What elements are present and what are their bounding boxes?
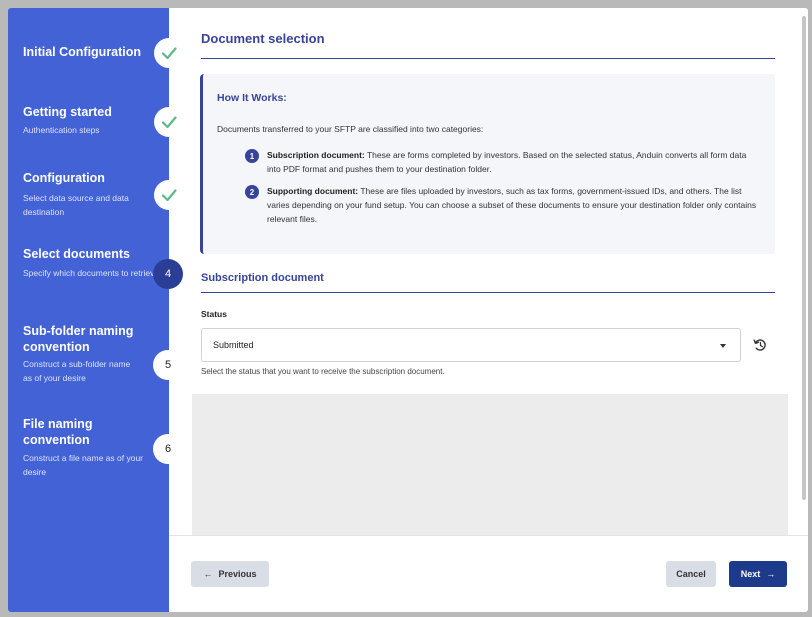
section-divider — [201, 292, 775, 293]
status-label: Status — [201, 309, 227, 319]
documents-panel — [192, 394, 788, 536]
info-intro: Documents transferred to your SFTP are c… — [217, 124, 484, 134]
main-content: Document selection How It Works: Documen… — [169, 8, 808, 612]
cancel-button[interactable]: Cancel — [666, 561, 716, 587]
arrow-right-icon: → — [766, 569, 776, 579]
info-item-term: Supporting document: — [267, 186, 359, 196]
step-title: Select documents — [23, 247, 130, 261]
step-title: Getting started — [23, 105, 112, 119]
step-initial-configuration[interactable]: Initial Configuration — [8, 8, 184, 98]
step-number-icon: 2 — [245, 185, 259, 199]
caret-down-icon — [720, 344, 726, 348]
step-configuration[interactable]: Configuration Select data source and dat… — [8, 168, 184, 248]
step-number-icon: 1 — [245, 149, 259, 163]
step-select-documents[interactable]: Select documents Specify which documents… — [8, 245, 183, 320]
section-title: Subscription document — [201, 272, 324, 284]
next-button[interactable]: Next → — [729, 561, 787, 587]
step-description: Select data source and data destination — [23, 193, 129, 217]
next-label: Next — [740, 569, 761, 579]
step-description: Construct a file name as of your desire — [23, 453, 144, 477]
page-title: Document selection — [201, 31, 325, 46]
title-divider — [201, 58, 775, 59]
step-getting-started[interactable]: Getting started Authentication steps — [8, 98, 184, 168]
previous-label: Previous — [218, 569, 257, 579]
info-item-text: Supporting document: These are files upl… — [267, 184, 757, 226]
scrollbar[interactable] — [802, 16, 806, 500]
step-title: File naming convention — [23, 417, 93, 447]
reset-icon[interactable] — [752, 337, 768, 353]
step-title: Configuration — [23, 171, 105, 185]
info-item-text: Subscription document: These are forms c… — [267, 148, 757, 176]
step-title: Sub-folder naming convention — [23, 324, 134, 354]
arrow-left-icon: ← — [203, 569, 213, 579]
how-it-works-box: How It Works: Documents transferred to y… — [200, 74, 775, 254]
previous-button[interactable]: ← Previous — [191, 561, 269, 587]
step-description: Specify which documents to retrieve — [23, 268, 160, 278]
status-helper-text: Select the status that you want to recei… — [201, 367, 445, 376]
step-title: Initial Configuration — [23, 45, 142, 59]
status-select[interactable]: Submitted — [201, 328, 741, 362]
step-description: Authentication steps — [23, 125, 100, 135]
info-title: How It Works: — [217, 92, 287, 104]
status-select-value: Submitted — [213, 340, 254, 350]
step-description: Construct a sub-folder name as of your d… — [23, 359, 131, 383]
steps-sidebar: Initial Configuration Getting started Au… — [8, 8, 184, 612]
info-item-term: Subscription document: — [267, 150, 365, 160]
wizard-modal: Initial Configuration Getting started Au… — [8, 8, 808, 612]
step-sub-folder-naming[interactable]: Sub-folder naming convention Construct a… — [8, 320, 183, 415]
footer-divider — [169, 535, 808, 536]
step-file-naming[interactable]: File naming convention Construct a file … — [8, 415, 183, 495]
